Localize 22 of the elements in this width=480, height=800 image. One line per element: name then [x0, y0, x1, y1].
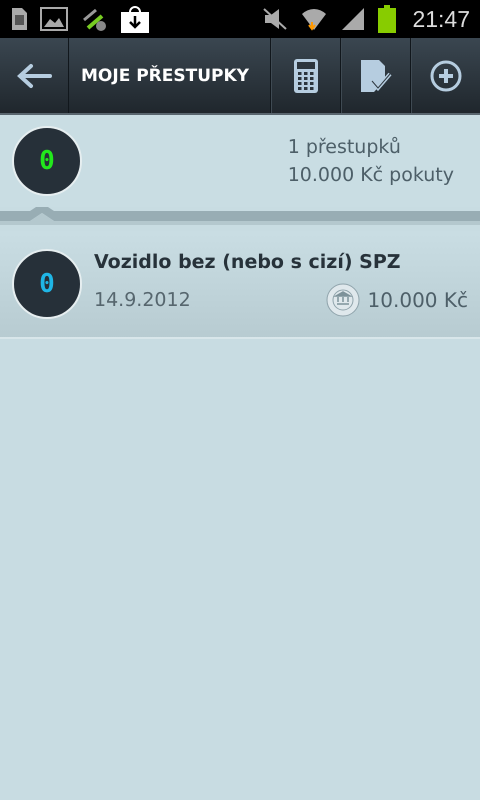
add-circle-icon	[430, 60, 462, 92]
signal-icon	[340, 6, 366, 32]
screen-title: MOJE PŘESTUPKY	[68, 38, 270, 113]
mute-icon	[262, 7, 288, 31]
back-arrow-icon	[16, 62, 52, 88]
count-digit: 0	[39, 146, 55, 176]
clock: 21:47	[412, 6, 470, 32]
wifi-icon	[300, 6, 328, 32]
sync-icon	[80, 6, 108, 32]
image-icon	[40, 7, 68, 31]
fine-total: 10.000 Kč pokuty	[288, 164, 454, 186]
offense-date: 14.9.2012	[94, 289, 191, 311]
sim-card-icon	[10, 7, 28, 31]
document-check-icon	[360, 58, 392, 92]
count-digit: 0	[39, 269, 55, 299]
seal-icon	[326, 283, 360, 317]
download-icon	[120, 4, 150, 34]
offense-count: 1 přestupků	[288, 136, 402, 158]
calculator-icon	[294, 58, 318, 92]
battery-icon	[378, 5, 396, 33]
fine-amount: 10.000 Kč	[368, 288, 468, 312]
offense-title: Vozidlo bez (nebo s cizí) SPZ	[94, 251, 402, 273]
